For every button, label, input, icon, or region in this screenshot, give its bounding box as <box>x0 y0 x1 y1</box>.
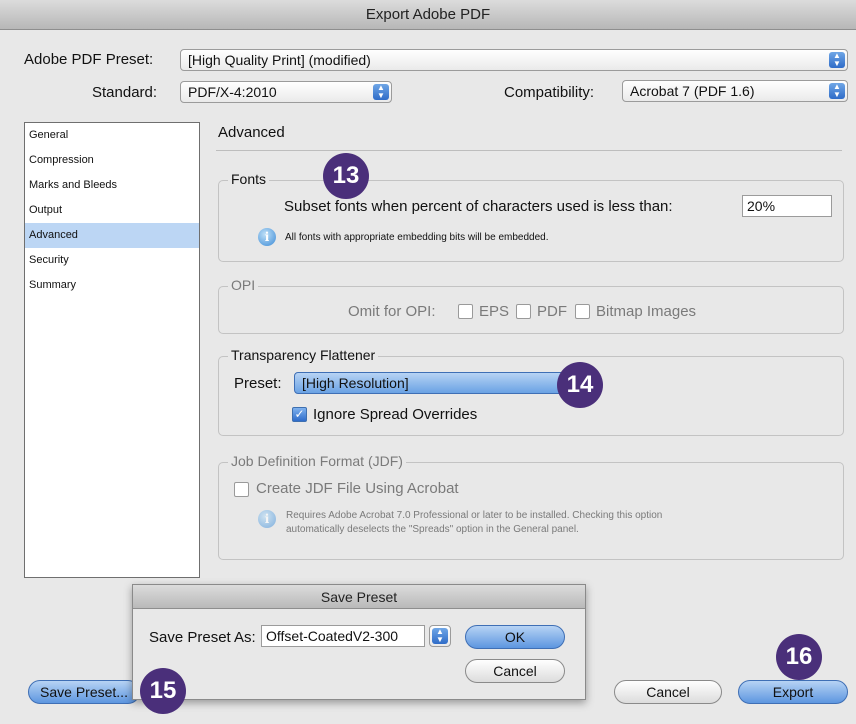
save-preset-as-label: Save Preset As: <box>149 629 256 646</box>
preset-value: [High Quality Print] (modified) <box>188 52 371 68</box>
sidebar-item-marks-and-bleeds[interactable]: Marks and Bleeds <box>25 173 199 198</box>
transparency-group <box>218 356 844 436</box>
popup-arrows-icon: ▲ ▼ <box>829 52 845 68</box>
sidebar-item-advanced[interactable]: Advanced <box>25 223 199 248</box>
preset-popup[interactable]: [High Quality Print] (modified) ▲ ▼ <box>180 49 848 71</box>
standard-popup[interactable]: PDF/X-4:2010 ▲ ▼ <box>180 81 392 103</box>
category-sidebar: General Compression Marks and Bleeds Out… <box>24 122 200 578</box>
opi-pdf-label: PDF <box>537 303 567 320</box>
flattener-preset-value: [High Resolution] <box>302 375 409 391</box>
ignore-spread-checkbox[interactable]: ✓ <box>292 407 307 422</box>
export-pdf-window: Export Adobe PDF Adobe PDF Preset: [High… <box>0 0 856 724</box>
opi-bitmap-label: Bitmap Images <box>596 303 697 320</box>
sidebar-item-general[interactable]: General <box>25 123 199 148</box>
window-title: Export Adobe PDF <box>0 0 856 30</box>
sidebar-item-compression[interactable]: Compression <box>25 148 199 173</box>
flattener-preset-popup[interactable]: [High Resolution] <box>294 372 580 394</box>
jdf-info-line1: Requires Adobe Acrobat 7.0 Professional … <box>286 510 663 521</box>
create-jdf-checkbox[interactable] <box>234 482 249 497</box>
save-preset-button[interactable]: Save Preset... <box>28 680 140 704</box>
preset-label: Adobe PDF Preset: <box>24 51 154 68</box>
compatibility-popup[interactable]: Acrobat 7 (PDF 1.6) ▲ ▼ <box>622 80 848 102</box>
opi-bitmap-checkbox[interactable] <box>575 304 590 319</box>
fonts-info-text: All fonts with appropriate embedding bit… <box>285 232 549 243</box>
standard-label: Standard: <box>92 84 158 101</box>
dialog-cancel-button[interactable]: Cancel <box>465 659 565 683</box>
standard-value: PDF/X-4:2010 <box>188 84 277 100</box>
fonts-group <box>218 180 844 262</box>
sidebar-item-output[interactable]: Output <box>25 198 199 223</box>
jdf-group-title: Job Definition Format (JDF) <box>228 453 406 469</box>
step-badge-13: 13 <box>323 153 369 199</box>
popup-arrows-icon: ▲ ▼ <box>432 628 448 644</box>
opi-eps-label: EPS <box>479 303 510 320</box>
compatibility-value: Acrobat 7 (PDF 1.6) <box>630 83 755 99</box>
compatibility-label: Compatibility: <box>504 84 595 101</box>
panel-title: Advanced <box>218 124 285 141</box>
ignore-spread-label: Ignore Spread Overrides <box>313 406 478 423</box>
step-badge-15: 15 <box>140 668 186 714</box>
flattener-preset-label: Preset: <box>234 375 282 392</box>
omit-opi-label: Omit for OPI: <box>348 303 436 320</box>
subset-percent-field[interactable]: 20% <box>742 195 832 217</box>
fonts-group-title: Fonts <box>228 171 270 187</box>
opi-group <box>218 286 844 334</box>
opi-pdf-checkbox[interactable] <box>516 304 531 319</box>
subset-fonts-label: Subset fonts when percent of characters … <box>284 198 673 215</box>
save-preset-dialog: Save Preset Save Preset As: Offset-Coate… <box>132 584 586 700</box>
dialog-ok-button[interactable]: OK <box>465 625 565 649</box>
step-badge-16: 16 <box>776 634 822 680</box>
opi-group-title: OPI <box>228 277 259 293</box>
popup-arrows-icon: ▲ ▼ <box>829 83 845 99</box>
export-button[interactable]: Export <box>738 680 848 704</box>
opi-eps-checkbox[interactable] <box>458 304 473 319</box>
jdf-info-line2: automatically deselects the "Spreads" op… <box>286 524 579 535</box>
cancel-button[interactable]: Cancel <box>614 680 722 704</box>
panel-divider <box>216 150 842 151</box>
create-jdf-label: Create JDF File Using Acrobat <box>256 480 459 497</box>
step-badge-14: 14 <box>557 362 603 408</box>
transparency-group-title: Transparency Flattener <box>228 347 379 363</box>
popup-arrows-icon: ▲ ▼ <box>373 84 389 100</box>
preset-name-popup[interactable]: ▲ ▼ <box>429 625 451 647</box>
preset-name-field[interactable]: Offset-CoatedV2-300 <box>261 625 425 647</box>
info-icon: i <box>258 510 276 528</box>
sidebar-item-security[interactable]: Security <box>25 248 199 273</box>
save-preset-dialog-title: Save Preset <box>133 585 585 609</box>
sidebar-item-summary[interactable]: Summary <box>25 273 199 298</box>
info-icon: i <box>258 228 276 246</box>
